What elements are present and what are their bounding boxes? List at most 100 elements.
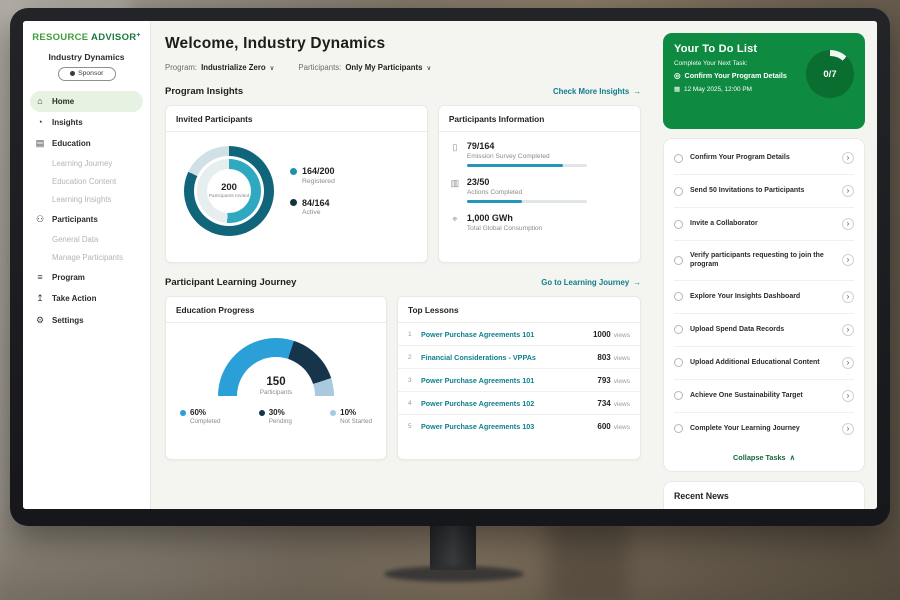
- chevron-right-icon[interactable]: ›: [842, 218, 854, 230]
- invited-participants-card: Invited Participants 200 Participants In…: [165, 105, 428, 263]
- lesson-link[interactable]: Power Purchase Agreements 101: [421, 330, 586, 339]
- chevron-right-icon[interactable]: ›: [842, 390, 854, 402]
- task-row[interactable]: Invite a Collaborator ›: [674, 208, 854, 241]
- task-checkbox[interactable]: [674, 292, 683, 301]
- pending-value: 30%: [269, 408, 285, 417]
- task-row[interactable]: Upload Spend Data Records ›: [674, 314, 854, 347]
- task-row[interactable]: Upload Additional Educational Content ›: [674, 347, 854, 380]
- chevron-right-icon[interactable]: ›: [842, 357, 854, 369]
- sidebar-item-label: Learning Journey: [52, 159, 112, 168]
- lesson-link[interactable]: Power Purchase Agreements 101: [421, 376, 590, 385]
- stat-label: Total Global Consumption: [467, 225, 543, 232]
- invited-legend: 164/200 Registered 84/164 Active: [290, 166, 335, 216]
- participants-filter[interactable]: Participants: Only My Participants ∨: [298, 63, 431, 72]
- views-label: views: [614, 401, 630, 408]
- views-label: views: [614, 378, 630, 385]
- monitor-screen: RESOURCE ADVISOR+ Industry Dynamics Spon…: [23, 21, 877, 509]
- views-label: views: [614, 332, 630, 339]
- lesson-row: 5 Power Purchase Agreements 103 600views: [398, 415, 640, 437]
- sidebar-item-home[interactable]: ⌂ Home: [30, 91, 143, 112]
- lesson-link[interactable]: Power Purchase Agreements 102: [421, 399, 590, 408]
- task-label: Upload Spend Data Records: [690, 325, 835, 334]
- task-label: Achieve One Sustainability Target: [690, 391, 835, 400]
- sidebar-item-learning-insights[interactable]: Learning Insights: [23, 191, 150, 209]
- learning-journey-title: Participant Learning Journey: [165, 277, 296, 288]
- stat-value: 23/50: [467, 177, 587, 187]
- task-checkbox[interactable]: [674, 220, 683, 229]
- task-row[interactable]: Explore Your Insights Dashboard ›: [674, 281, 854, 314]
- active-value: 84/164: [302, 198, 330, 208]
- sidebar-item-education[interactable]: ▤ Education: [23, 133, 150, 155]
- learning-journey-header: Participant Learning Journey Go to Learn…: [165, 277, 641, 288]
- sponsor-badge[interactable]: Sponsor: [58, 67, 116, 81]
- go-to-learning-journey-link[interactable]: Go to Learning Journey →: [541, 278, 641, 287]
- check-more-insights-link[interactable]: Check More Insights →: [553, 87, 641, 96]
- task-checkbox[interactable]: [674, 358, 683, 367]
- task-row[interactable]: Verify participants requesting to join t…: [674, 241, 854, 281]
- task-label: Invite a Collaborator: [690, 219, 835, 228]
- sidebar: RESOURCE ADVISOR+ Industry Dynamics Spon…: [23, 21, 151, 509]
- task-row[interactable]: Complete Your Learning Journey ›: [674, 413, 854, 445]
- invited-participants-title: Invited Participants: [166, 106, 427, 132]
- sidebar-item-program[interactable]: ≡ Program: [23, 267, 150, 288]
- arrow-right-icon: →: [633, 278, 641, 287]
- stat-actions-completed: ▥ 23/50 Actions Completed: [450, 177, 628, 203]
- lesson-row: 3 Power Purchase Agreements 101 793views: [398, 369, 640, 392]
- sidebar-item-settings[interactable]: ⚙ Settings: [23, 310, 150, 332]
- task-checkbox[interactable]: [674, 325, 683, 334]
- lesson-views: 734views: [597, 399, 630, 408]
- education-progress-title: Education Progress: [166, 297, 386, 323]
- sidebar-item-label: Education: [52, 139, 91, 148]
- todo-next-task: ◎ Confirm Your Program Details: [674, 71, 810, 80]
- task-label: Send 50 Invitations to Participants: [690, 186, 835, 195]
- participants-filter-value: Only My Participants: [345, 63, 422, 72]
- sidebar-item-education-content[interactable]: Education Content: [23, 173, 150, 191]
- sidebar-item-participants[interactable]: ⚇ Participants: [23, 209, 150, 231]
- main-content: Welcome, Industry Dynamics Program: Indu…: [151, 21, 653, 509]
- chevron-right-icon[interactable]: ›: [842, 324, 854, 336]
- sponsor-badge-label: Sponsor: [78, 70, 103, 77]
- sidebar-item-learning-journey[interactable]: Learning Journey: [23, 155, 150, 173]
- task-row[interactable]: Confirm Your Program Details ›: [674, 142, 854, 175]
- top-lessons-card: Top Lessons 1 Power Purchase Agreements …: [397, 296, 641, 460]
- program-filter[interactable]: Program: Industrialize Zero ∨: [165, 63, 274, 72]
- task-checkbox[interactable]: [674, 391, 683, 400]
- task-checkbox[interactable]: [674, 154, 683, 163]
- lesson-rank: 3: [408, 377, 414, 384]
- task-checkbox[interactable]: [674, 187, 683, 196]
- collapse-tasks-button[interactable]: Collapse Tasks ∧: [674, 445, 854, 469]
- sidebar-item-label: Learning Insights: [52, 195, 111, 204]
- chevron-right-icon[interactable]: ›: [842, 423, 854, 435]
- task-row[interactable]: Send 50 Invitations to Participants ›: [674, 175, 854, 208]
- task-checkbox[interactable]: [674, 256, 683, 265]
- clipboard-icon: ▯: [450, 141, 460, 167]
- lesson-link[interactable]: Financial Considerations - VPPAs: [421, 353, 590, 362]
- actions-progress-fill: [467, 200, 522, 204]
- chevron-right-icon[interactable]: ›: [842, 254, 854, 266]
- lesson-row: 1 Power Purchase Agreements 101 1000view…: [398, 323, 640, 346]
- completed-dot: [180, 410, 186, 416]
- education-legend: 60% Completed 30% Pending: [166, 396, 386, 425]
- task-row[interactable]: Achieve One Sustainability Target ›: [674, 380, 854, 413]
- chevron-right-icon[interactable]: ›: [842, 291, 854, 303]
- sidebar-item-manage-participants[interactable]: Manage Participants: [23, 249, 150, 267]
- sidebar-item-general-data[interactable]: General Data: [23, 231, 150, 249]
- chevron-right-icon[interactable]: ›: [842, 152, 854, 164]
- completed-label: Completed: [190, 418, 220, 425]
- stat-emission-survey: ▯ 79/164 Emission Survey Completed: [450, 141, 628, 167]
- sidebar-item-insights[interactable]: ◔ Insights: [23, 112, 150, 133]
- gauge-center: 150 Participants: [218, 376, 334, 396]
- todo-progress-ring: 0/7: [806, 50, 854, 98]
- chevron-right-icon[interactable]: ›: [842, 185, 854, 197]
- todo-panel: Your To Do List Complete Your Next Task:…: [653, 21, 877, 509]
- app-logo: RESOURCE ADVISOR+: [23, 32, 150, 43]
- lesson-link[interactable]: Power Purchase Agreements 103: [421, 422, 590, 431]
- lesson-rank: 5: [408, 423, 414, 430]
- task-checkbox[interactable]: [674, 424, 683, 433]
- sidebar-item-label: General Data: [52, 235, 98, 244]
- program-icon: ≡: [35, 272, 45, 282]
- sidebar-item-take-action[interactable]: ↥ Take Action: [23, 288, 150, 310]
- recent-news-title: Recent News: [674, 491, 854, 501]
- lesson-rank: 4: [408, 400, 414, 407]
- logo-part2: ADVISOR: [91, 32, 136, 43]
